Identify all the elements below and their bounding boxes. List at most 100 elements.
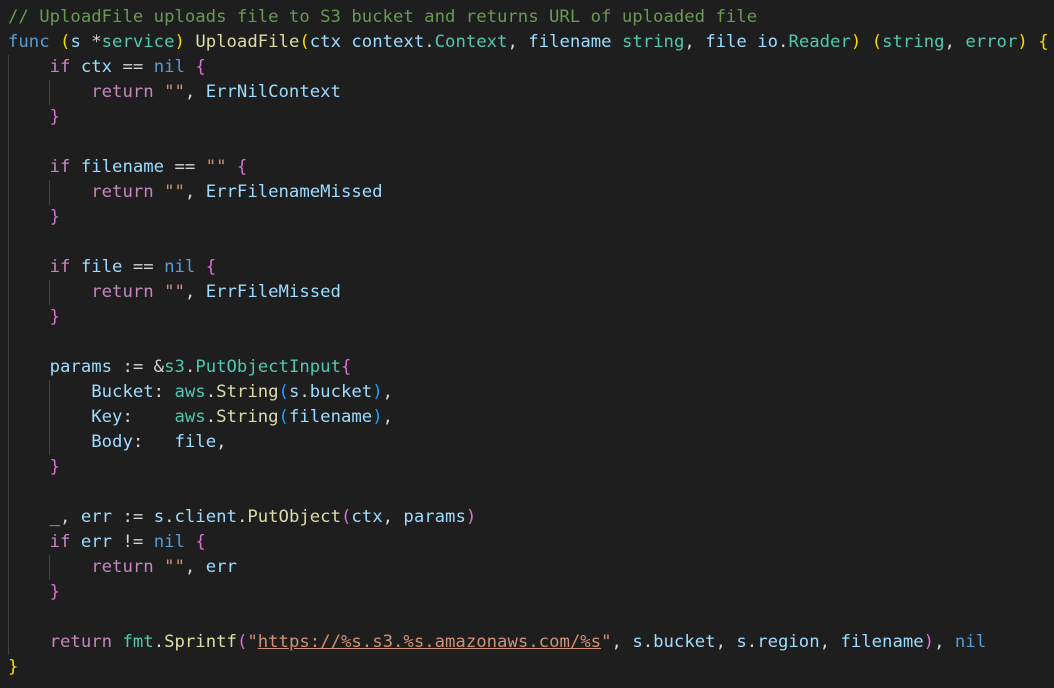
code-line[interactable]: } [0,580,1054,605]
code-token: { [1038,32,1049,52]
code-line[interactable]: } [0,105,1054,130]
code-line[interactable]: _, err := s.client.PutObject(ctx, params… [0,505,1054,530]
code-line[interactable]: return "", err [0,555,1054,580]
code-line[interactable]: if file == nil { [0,255,1054,280]
indent-guide [8,605,9,630]
code-token: ( [871,32,883,52]
indent-guide [8,180,9,205]
code-line[interactable]: } [0,455,1054,480]
code-token: : [153,382,175,402]
code-token: filename [80,157,165,177]
code-token: ) [465,507,477,527]
code-token: Context [434,32,508,52]
code-token: , [715,632,737,652]
indent-guide [8,230,9,255]
code-token: nil [954,632,987,652]
code-token: , [184,557,206,577]
indent-guide [8,380,9,405]
indent-guide [8,155,9,180]
code-token: ErrFilenameMissed [205,182,383,202]
code-token: : [132,432,175,452]
code-token: if [49,57,71,77]
code-token: ctx [309,32,341,52]
code-token: { [195,57,206,77]
code-token: ( [340,507,352,527]
code-line[interactable]: return fmt.Sprintf("https://%s.s3.%s.ama… [0,630,1054,655]
code-token: , [184,282,206,302]
code-token: "" [205,157,227,177]
code-token: Body [91,432,133,452]
code-line[interactable] [0,130,1054,155]
code-line[interactable]: if err != nil { [0,530,1054,555]
code-token: Reader [788,32,851,52]
code-line[interactable] [0,330,1054,355]
code-token: * [80,32,102,52]
code-line[interactable]: Body: file, [0,430,1054,455]
indent-guide [49,80,50,105]
code-line[interactable] [0,605,1054,630]
code-token: . [205,382,217,402]
code-token: } [49,207,61,227]
indent-guide [49,380,50,405]
code-token: == [112,57,154,77]
code-line[interactable]: } [0,305,1054,330]
code-token: client [174,507,237,527]
code-token: Bucket [91,382,154,402]
code-token: region [757,632,820,652]
indent-guide [8,555,9,580]
code-token: := & [112,357,165,377]
indent-guide [8,130,9,155]
code-line[interactable]: } [0,655,1054,680]
code-token: err [205,557,237,577]
code-token: err [80,507,113,527]
code-token: string [882,32,945,52]
code-token: String [216,407,279,427]
code-line[interactable]: func (s *service) UploadFile(ctx context… [0,30,1054,55]
code-line[interactable]: if filename == "" { [0,155,1054,180]
code-token: func [8,32,50,52]
code-line[interactable]: // UploadFile uploads file to S3 bucket … [0,5,1054,30]
code-token: ) [372,407,383,427]
code-token: , [507,32,529,52]
code-token: { [195,532,206,552]
code-token: } [49,107,61,127]
code-line[interactable]: return "", ErrNilContext [0,80,1054,105]
indent-guide [8,280,9,305]
code-editor[interactable]: // UploadFile uploads file to S3 bucket … [0,5,1054,688]
code-token: "" [164,282,185,302]
code-token: context [351,32,425,52]
code-line[interactable]: if ctx == nil { [0,55,1054,80]
code-line[interactable]: return "", ErrFilenameMissed [0,180,1054,205]
code-line[interactable] [0,230,1054,255]
code-line[interactable]: Bucket: aws.String(s.bucket), [0,380,1054,405]
indent-guide [8,55,9,80]
code-line[interactable] [0,480,1054,505]
indent-guide [8,430,9,455]
code-line[interactable]: return "", ErrFileMissed [0,280,1054,305]
code-token: . [164,507,175,527]
indent-guide [49,405,50,430]
code-token: } [8,657,19,677]
code-line[interactable]: params := &s3.PutObjectInput{ [0,355,1054,380]
code-line[interactable]: Key: aws.String(filename), [0,405,1054,430]
code-token: aws [174,382,206,402]
code-token: { [236,157,248,177]
code-token: s3 [164,357,185,377]
code-line[interactable]: } [0,205,1054,230]
code-token: "" [164,82,185,102]
code-token: != [112,532,154,552]
indent-guide [8,405,9,430]
